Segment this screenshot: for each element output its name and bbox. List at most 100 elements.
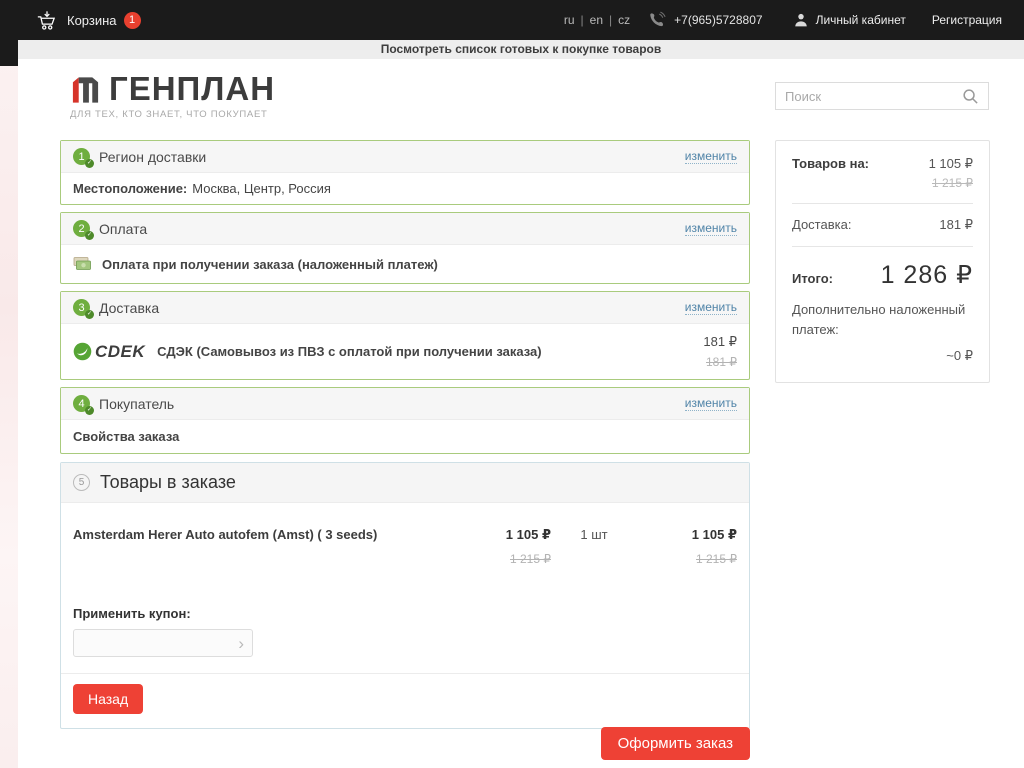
cart-button[interactable]: Корзина 1 bbox=[36, 10, 141, 31]
product-name-link[interactable]: Amsterdam Herer Auto autofem (Amst) ( 3 … bbox=[73, 527, 459, 566]
order-body: Amsterdam Herer Auto autofem (Amst) ( 3 … bbox=[61, 503, 749, 728]
location-label: Местоположение: bbox=[73, 181, 187, 196]
item-quantity: 1 шт bbox=[551, 527, 637, 566]
checkout-button[interactable]: Оформить заказ bbox=[601, 727, 750, 760]
step-region: 1 ✓ Регион доставки изменить Местоположе… bbox=[60, 140, 750, 205]
step-title: Регион доставки bbox=[99, 149, 206, 165]
delivery-price: 181 ₽ bbox=[703, 334, 737, 350]
lang-ru[interactable]: ru bbox=[564, 13, 575, 27]
step-complete-icon: ✓ bbox=[85, 231, 94, 240]
step-payment-header: 2 ✓ Оплата изменить bbox=[61, 213, 749, 245]
page-background-strip bbox=[0, 59, 18, 768]
item-old-price: 1 215 ₽ bbox=[459, 552, 551, 566]
step-payment-body: Оплата при получении заказа (наложенный … bbox=[61, 245, 749, 283]
order-header: 5 Товары в заказе bbox=[61, 463, 749, 503]
account-link[interactable]: Личный кабинет bbox=[793, 12, 906, 28]
cart-count-badge: 1 bbox=[124, 12, 141, 29]
step-complete-icon: ✓ bbox=[85, 406, 94, 415]
edit-delivery-link[interactable]: изменить bbox=[685, 300, 737, 315]
step-buyer: 4 ✓ Покупатель изменить Свойства заказа bbox=[60, 387, 750, 454]
step-region-header: 1 ✓ Регион доставки изменить bbox=[61, 141, 749, 173]
step-delivery-body: CDEK СДЭК (Самовывоз из ПВЗ с оплатой пр… bbox=[61, 324, 749, 379]
coupon-label: Применить купон: bbox=[73, 606, 737, 621]
item-old-total: 1 215 ₽ bbox=[637, 552, 737, 566]
edit-buyer-link[interactable]: изменить bbox=[685, 396, 737, 411]
step-delivery: 3 ✓ Доставка изменить CDEK СДЭК (Самовыв… bbox=[60, 291, 750, 380]
lang-en[interactable]: en bbox=[590, 13, 603, 27]
step-number: 2 bbox=[78, 223, 84, 235]
cdek-logo-text: CDEK bbox=[95, 342, 145, 362]
step-complete-icon: ✓ bbox=[85, 159, 94, 168]
summary-cod-value: ~0 ₽ bbox=[792, 348, 973, 364]
user-icon bbox=[793, 12, 809, 28]
step-region-body: Местоположение: Москва, Центр, Россия bbox=[61, 173, 749, 204]
step-buyer-body: Свойства заказа bbox=[61, 420, 749, 453]
cart-icon bbox=[36, 10, 58, 31]
logo-text: ГЕНПЛАН bbox=[109, 73, 275, 105]
search-input[interactable] bbox=[785, 89, 962, 104]
register-link[interactable]: Регистрация bbox=[932, 13, 1002, 27]
summary-total-value: 1 286 ₽ bbox=[881, 260, 973, 290]
location-value: Москва, Центр, Россия bbox=[192, 181, 331, 196]
summary-cod-label: Дополнительно наложенный платеж: bbox=[792, 300, 973, 340]
item-price: 1 105 ₽ bbox=[459, 527, 551, 543]
step-title: Оплата bbox=[99, 221, 147, 237]
step-number: 3 bbox=[78, 302, 84, 314]
ready-goods-link[interactable]: Посмотреть список готовых к покупке това… bbox=[381, 42, 662, 56]
logo-icon bbox=[70, 73, 101, 105]
back-button[interactable]: Назад bbox=[73, 684, 143, 714]
lang-separator: | bbox=[609, 13, 612, 27]
summary-total-label: Итого: bbox=[792, 271, 833, 286]
search-icon[interactable] bbox=[962, 88, 979, 105]
order-items-block: 5 Товары в заказе Amsterdam Herer Auto a… bbox=[60, 462, 750, 729]
coupon-section: Применить купон: › bbox=[73, 606, 737, 657]
step-delivery-header: 3 ✓ Доставка изменить bbox=[61, 292, 749, 324]
delivery-old-price: 181 ₽ bbox=[703, 355, 737, 369]
account-label: Личный кабинет bbox=[816, 13, 906, 27]
edit-region-link[interactable]: изменить bbox=[685, 149, 737, 164]
step-buyer-header: 4 ✓ Покупатель изменить bbox=[61, 388, 749, 420]
step-complete-icon: ✓ bbox=[85, 310, 94, 319]
step-payment: 2 ✓ Оплата изменить Оплата при получении… bbox=[60, 212, 750, 284]
step-title: Доставка bbox=[99, 300, 159, 316]
top-bar: Корзина 1 ru | en | cz +7(965)5728807 bbox=[0, 0, 1024, 40]
topbar-corner bbox=[0, 40, 18, 66]
logo-tagline: ДЛЯ ТЕХ, КТО ЗНАЕТ, ЧТО ПОКУПАЕТ bbox=[70, 109, 275, 120]
site-logo[interactable]: ГЕНПЛАН ДЛЯ ТЕХ, КТО ЗНАЕТ, ЧТО ПОКУПАЕТ bbox=[70, 73, 275, 120]
order-summary: Товаров на: 1 105 ₽ 1 215 ₽ Доставка: 18… bbox=[775, 140, 990, 383]
step-5-badge: 5 bbox=[73, 474, 90, 491]
step-title: Покупатель bbox=[99, 396, 174, 412]
order-title: Товары в заказе bbox=[100, 472, 236, 493]
summary-delivery-label: Доставка: bbox=[792, 217, 851, 232]
step-number: 4 bbox=[78, 398, 84, 410]
step-3-badge: 3 ✓ bbox=[73, 299, 90, 316]
item-total: 1 105 ₽ bbox=[637, 527, 737, 543]
delivery-method: СДЭК (Самовывоз из ПВЗ с оплатой при пол… bbox=[157, 344, 703, 359]
divider bbox=[792, 246, 973, 247]
ready-goods-bar: Посмотреть список готовых к покупке това… bbox=[18, 40, 1024, 59]
step-4-badge: 4 ✓ bbox=[73, 395, 90, 412]
payment-method: Оплата при получении заказа (наложенный … bbox=[102, 257, 438, 272]
coupon-input-wrap: › bbox=[73, 629, 253, 657]
cash-icon bbox=[73, 256, 92, 272]
checkout-steps: 1 ✓ Регион доставки изменить Местоположе… bbox=[60, 140, 750, 729]
step-1-badge: 1 ✓ bbox=[73, 148, 90, 165]
cdek-logo: CDEK bbox=[73, 342, 145, 362]
phone-number[interactable]: +7(965)5728807 bbox=[674, 13, 762, 27]
summary-delivery-value: 181 ₽ bbox=[939, 217, 973, 233]
coupon-submit-icon[interactable]: › bbox=[238, 635, 244, 652]
step-number: 1 bbox=[78, 151, 84, 163]
cart-label: Корзина bbox=[67, 13, 117, 28]
lang-cz[interactable]: cz bbox=[618, 13, 630, 27]
coupon-input[interactable] bbox=[82, 636, 238, 651]
language-switcher: ru | en | cz bbox=[564, 13, 630, 27]
summary-items-value: 1 105 ₽ bbox=[929, 156, 973, 172]
table-row: Amsterdam Herer Auto autofem (Amst) ( 3 … bbox=[73, 503, 737, 572]
divider bbox=[792, 203, 973, 204]
phone-icon bbox=[648, 11, 666, 29]
summary-items-old-value: 1 215 ₽ bbox=[792, 176, 973, 190]
search-box bbox=[775, 82, 989, 110]
lang-separator: | bbox=[581, 13, 584, 27]
edit-payment-link[interactable]: изменить bbox=[685, 221, 737, 236]
summary-items-label: Товаров на: bbox=[792, 156, 869, 171]
